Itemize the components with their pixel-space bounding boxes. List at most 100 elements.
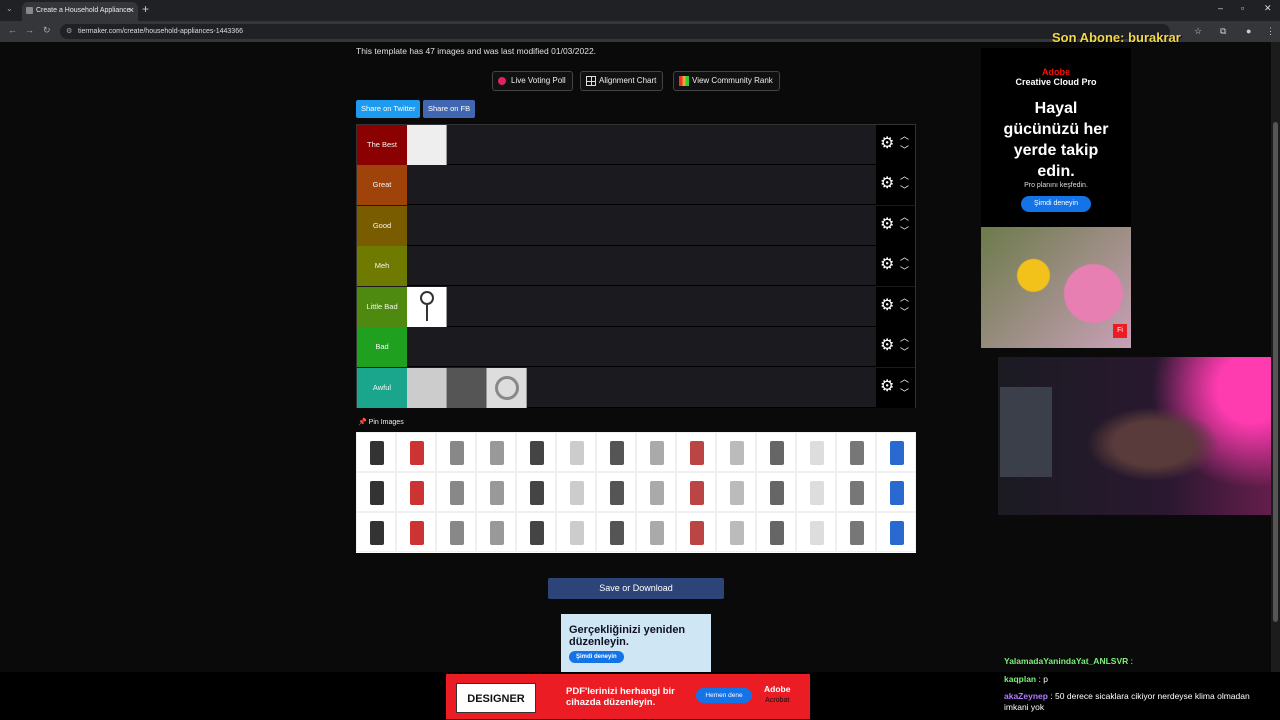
pool-item[interactable] xyxy=(476,472,516,512)
move-down-icon[interactable]: ﹀ xyxy=(900,186,909,195)
gear-icon[interactable]: ⚙ xyxy=(880,378,894,396)
tab-active[interactable]: Create a Household Appliance × xyxy=(22,2,138,21)
gear-icon[interactable]: ⚙ xyxy=(880,216,894,234)
tier-label[interactable]: Little Bad xyxy=(357,287,407,327)
pool-item[interactable] xyxy=(796,512,836,552)
pool-item[interactable] xyxy=(436,512,476,552)
pool-item[interactable] xyxy=(756,512,796,552)
pool-item[interactable] xyxy=(876,472,916,512)
pool-item[interactable] xyxy=(476,512,516,552)
bookmark-star-icon[interactable]: ☆ xyxy=(1194,26,1202,37)
scrollbar[interactable] xyxy=(1271,42,1280,672)
ad-center[interactable]: Gerçekliğinizi yeniden düzenleyin. Şimdi… xyxy=(561,614,711,672)
move-down-icon[interactable]: ﹀ xyxy=(900,146,909,155)
maximize-icon[interactable]: ▫ xyxy=(1241,3,1244,13)
pool-item[interactable] xyxy=(676,432,716,472)
ad-bottom-cta[interactable]: Hemen dene xyxy=(696,688,752,703)
pool-item[interactable] xyxy=(836,472,876,512)
move-down-icon[interactable]: ﹀ xyxy=(900,267,909,276)
pool-item[interactable] xyxy=(356,512,396,552)
pool-item[interactable] xyxy=(396,512,436,552)
pool-item[interactable] xyxy=(876,432,916,472)
pool-item[interactable] xyxy=(516,512,556,552)
pool-item[interactable] xyxy=(716,512,756,552)
pool-item[interactable] xyxy=(356,432,396,472)
back-icon[interactable]: ← xyxy=(8,25,17,35)
tier-item-washer[interactable] xyxy=(487,368,527,408)
live-voting-button[interactable]: Live Voting Poll xyxy=(492,71,573,91)
alignment-chart-button[interactable]: Alignment Chart xyxy=(580,71,664,91)
tier-item-refrigerator[interactable] xyxy=(407,368,447,408)
move-up-icon[interactable]: ︿ xyxy=(900,172,909,181)
close-window-icon[interactable]: ✕ xyxy=(1264,3,1272,14)
pool-item[interactable] xyxy=(676,512,716,552)
pool-item[interactable] xyxy=(876,512,916,552)
pool-item[interactable] xyxy=(636,512,676,552)
pin-images-label[interactable]: 📌 Pin Images xyxy=(358,418,404,426)
pool-item[interactable] xyxy=(516,432,556,472)
move-up-icon[interactable]: ︿ xyxy=(900,253,909,262)
gear-icon[interactable]: ⚙ xyxy=(880,175,894,193)
pool-item[interactable] xyxy=(436,472,476,512)
move-down-icon[interactable]: ﹀ xyxy=(900,308,909,317)
pool-item[interactable] xyxy=(556,432,596,472)
pool-item[interactable] xyxy=(436,432,476,472)
reload-icon[interactable]: ↻ xyxy=(43,25,51,36)
move-up-icon[interactable]: ︿ xyxy=(900,213,909,222)
community-rank-button[interactable]: View Community Rank xyxy=(673,71,780,91)
pool-item[interactable] xyxy=(596,472,636,512)
move-up-icon[interactable]: ︿ xyxy=(900,334,909,343)
site-info-icon[interactable]: ⚙ xyxy=(66,24,72,39)
share-fb-button[interactable]: Share on FB xyxy=(423,100,476,118)
gear-icon[interactable]: ⚙ xyxy=(880,135,894,153)
ad-bottom[interactable]: DESIGNER PDF'lerinizi herhangi bir cihaz… xyxy=(446,674,810,719)
tier-label[interactable]: Good xyxy=(357,206,407,246)
pool-item[interactable] xyxy=(396,432,436,472)
tab-search-icon[interactable]: ⌄ xyxy=(6,4,13,13)
minimize-icon[interactable]: – xyxy=(1218,3,1223,13)
pool-item[interactable] xyxy=(636,472,676,512)
move-down-icon[interactable]: ﹀ xyxy=(900,389,909,398)
pool-item[interactable] xyxy=(756,432,796,472)
pool-item[interactable] xyxy=(836,432,876,472)
tier-item-air-conditioner[interactable] xyxy=(407,125,447,165)
tier-label[interactable]: The Best xyxy=(357,125,407,165)
pool-item[interactable] xyxy=(596,432,636,472)
tier-label[interactable]: Bad xyxy=(357,327,407,367)
tier-label[interactable]: Great xyxy=(357,165,407,205)
pool-item[interactable] xyxy=(556,472,596,512)
pool-item[interactable] xyxy=(516,472,556,512)
save-download-button[interactable]: Save or Download xyxy=(548,578,724,599)
pool-item[interactable] xyxy=(836,512,876,552)
ad-right[interactable]: Adobe Creative Cloud Pro Hayal gücünüzü h… xyxy=(981,48,1131,348)
move-up-icon[interactable]: ︿ xyxy=(900,375,909,384)
extensions-icon[interactable]: ⧉ xyxy=(1220,26,1226,37)
new-tab-button[interactable]: + xyxy=(142,2,149,16)
pool-item[interactable] xyxy=(476,432,516,472)
pool-item[interactable] xyxy=(716,472,756,512)
pool-item[interactable] xyxy=(756,472,796,512)
close-tab-icon[interactable]: × xyxy=(129,2,134,19)
move-down-icon[interactable]: ﹀ xyxy=(900,348,909,357)
tier-item-stove[interactable] xyxy=(447,368,487,408)
move-down-icon[interactable]: ﹀ xyxy=(900,227,909,236)
pool-item[interactable] xyxy=(636,432,676,472)
gear-icon[interactable]: ⚙ xyxy=(880,297,894,315)
pool-item[interactable] xyxy=(716,432,756,472)
pool-item[interactable] xyxy=(356,472,396,512)
gear-icon[interactable]: ⚙ xyxy=(880,256,894,274)
profile-icon[interactable]: ● xyxy=(1246,26,1251,36)
forward-icon[interactable]: → xyxy=(25,25,34,35)
move-up-icon[interactable]: ︿ xyxy=(900,132,909,141)
pool-item[interactable] xyxy=(596,512,636,552)
tier-label[interactable]: Awful xyxy=(357,368,407,408)
address-bar[interactable]: ⚙ tiermaker.com/create/household-applian… xyxy=(60,24,1170,39)
scrollbar-thumb[interactable] xyxy=(1273,122,1278,622)
move-up-icon[interactable]: ︿ xyxy=(900,294,909,303)
pool-item[interactable] xyxy=(796,432,836,472)
tier-label[interactable]: Meh xyxy=(357,246,407,286)
pool-item[interactable] xyxy=(556,512,596,552)
ad-right-cta[interactable]: Şimdi deneyin xyxy=(1021,196,1091,212)
pool-item[interactable] xyxy=(796,472,836,512)
share-twitter-button[interactable]: Share on Twitter xyxy=(356,100,421,118)
